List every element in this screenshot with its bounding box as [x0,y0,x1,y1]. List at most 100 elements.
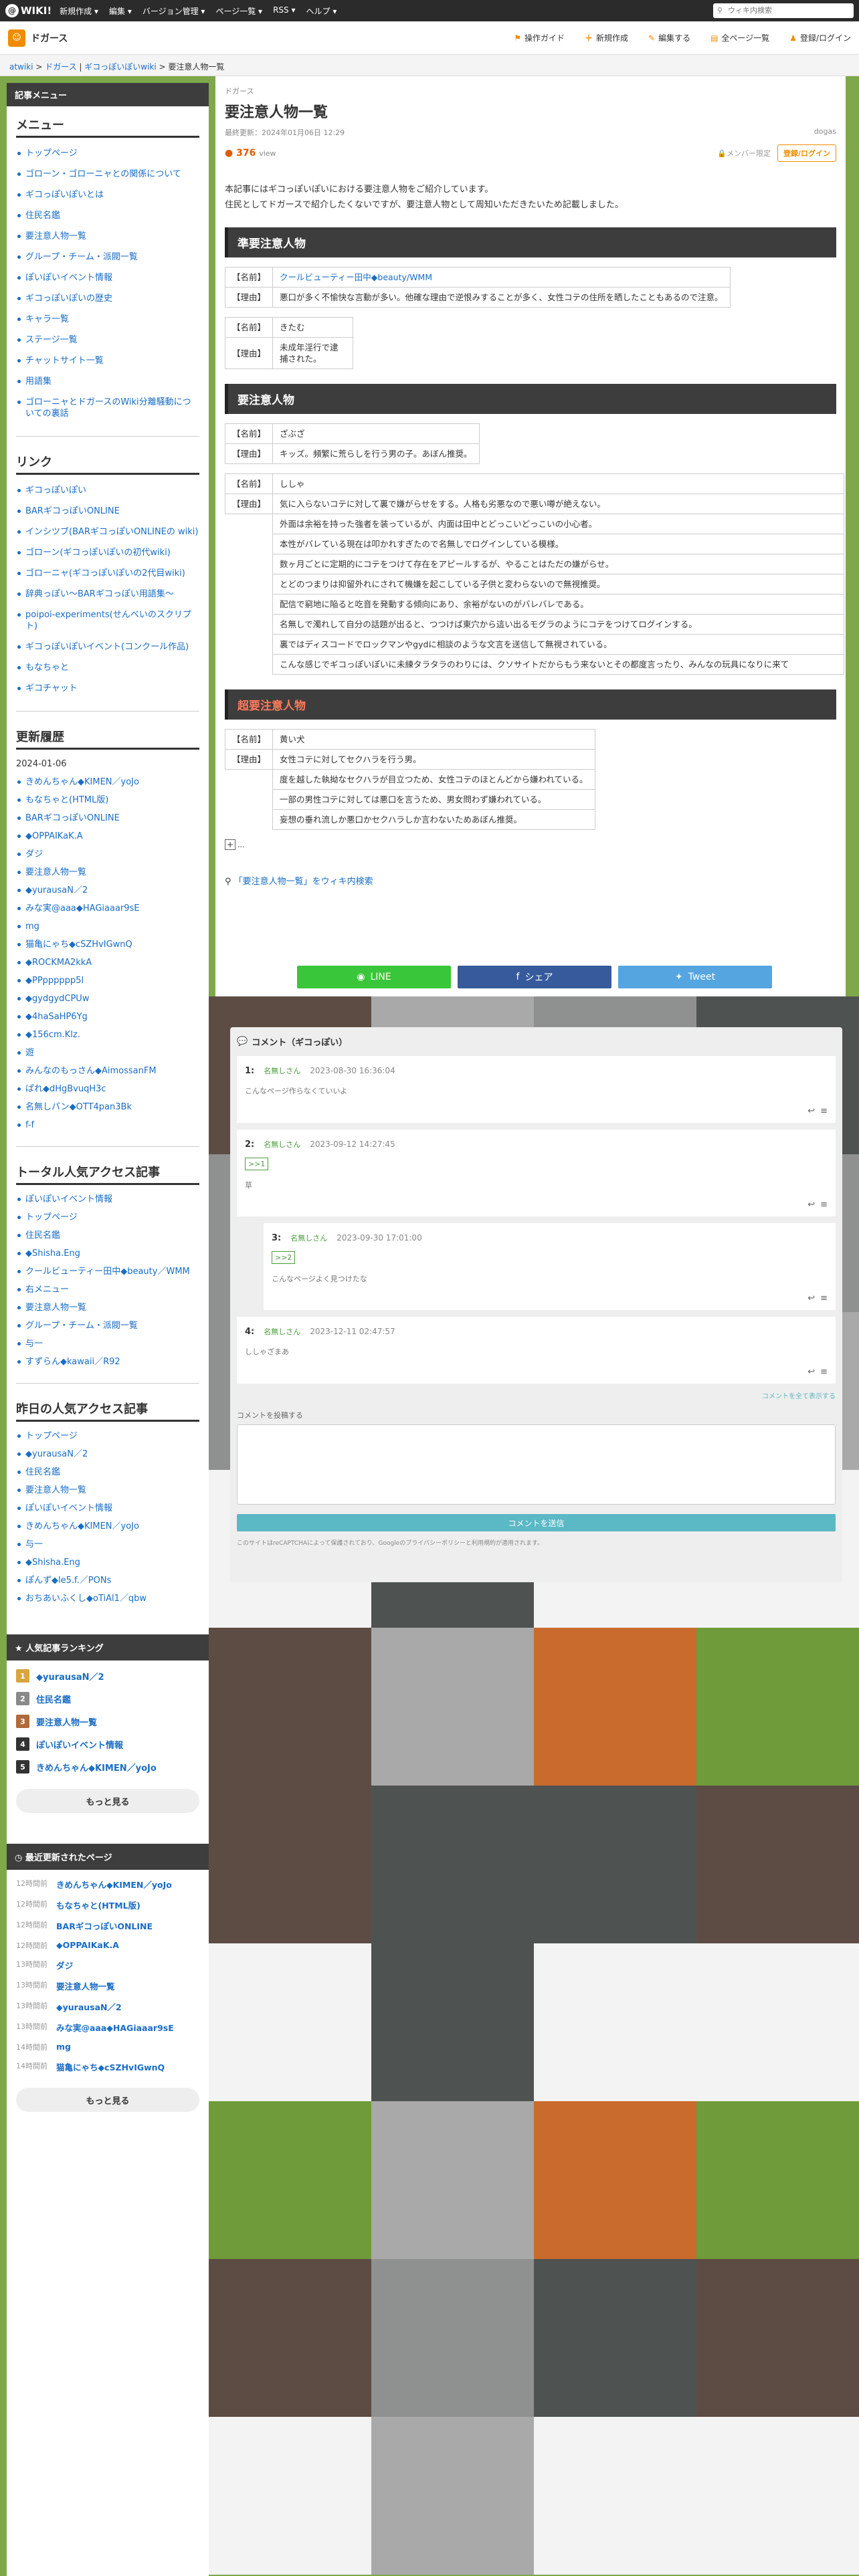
comment-reply: 3: 名無しさん 2023-09-30 17:01:00 >>2 こんなページよく見… [264,1223,836,1310]
popular-item: クールビューティー田中◆beauty／WMM [16,1263,199,1281]
document-icon: ▤ [710,33,719,43]
menu-edit[interactable]: 編集 ▾ [109,5,132,17]
expand-icon[interactable]: + [225,839,235,850]
yesterday-item: 与一 [16,1535,199,1553]
breadcrumb-site[interactable]: ドガース [45,62,76,72]
recent-more-button[interactable]: もっと見る [16,2088,199,2112]
menu-new[interactable]: 新規作成 ▾ [60,5,98,17]
update-list: きめんちゃん◆KIMEN／yoJo もなちゃと(HTML版) BARギコっぽいO… [7,773,209,1134]
line-share-button[interactable]: ◉ LINE [297,966,451,988]
menu-icon[interactable]: ≡ [820,1293,828,1303]
popular-item: ◆Shisha.Eng [16,1245,199,1263]
person-table: 【名前】 ざぶざ 【理由】 キッズ。頻繁に荒らしを行う男の子。あぼん推奨。 [224,423,480,464]
link-heading: リンク [16,449,199,475]
ranking-more-button[interactable]: もっと見る [16,1789,199,1813]
page-title: 要注意人物一覧 [225,104,328,121]
new-page-button[interactable]: ＋新規作成 [585,32,628,43]
menu-icon[interactable]: ≡ [820,1367,828,1377]
popular-item: 与一 [16,1335,199,1353]
menu-rss[interactable]: RSS ▾ [273,5,295,17]
toolbar-menu: 新規作成 ▾ 編集 ▾ バージョン管理 ▾ ページ一覧 ▾ RSS ▾ ヘルプ … [60,5,337,17]
reply-anchor[interactable]: >>1 [245,1158,269,1170]
comments-title: 💬 コメント（ギコっぽい） [237,1037,348,1048]
edit-button[interactable]: ✎ 編集する [648,32,690,43]
popular-item: トップページ [16,1208,199,1226]
twitter-icon: ✦ [674,972,683,982]
pencil-icon: ✎ [648,33,656,43]
menu-item: 用語集 [16,371,199,392]
article: ドガース 要注意人物一覧 最終更新：2024年01月06日 12:29 doga… [215,76,846,996]
divider [16,1146,199,1147]
link-item: ギコっぽいぽい [16,480,199,501]
show-all-comments-link[interactable]: コメントを全て表示する [237,1390,836,1400]
menu-icon[interactable]: ≡ [820,1106,828,1116]
view-row-right: 🔒メンバー限定 登録/ログイン [717,144,836,162]
person-link[interactable]: クールビューティー田中◆beauty/WMM [280,272,432,282]
site-header: ☺ ドガース ⚑ 操作ガイド ＋新規作成 ✎ 編集する ▤ 全ページ一覧 ♟ 登録/ログ… [0,21,859,55]
menu-version[interactable]: バージョン管理 ▾ [142,5,205,17]
recent-item: 13時間前 みな実@aaa◆HAGiaaar9sE [16,2022,174,2033]
recent-item: 12時間前 ◆OPPAIKaK.A [16,1940,119,1950]
recent-heading: ◷ 最近更新されたページ [7,1844,209,1870]
ranking-item: 1 ◆yurausaN／2 [16,1665,199,1687]
twitter-share-button[interactable]: ✦ Tweet [618,966,772,988]
person-table: 【名前】 クールビューティー田中◆beauty/WMM 【理由】 悪口が多く不愉快な… [224,267,731,308]
reply-icon[interactable]: ↩ [807,1200,815,1210]
reply-icon[interactable]: ↩ [807,1367,815,1377]
update-item: みんなのもっさん◆AimossanFM [16,1062,199,1080]
update-item: 名無しパン◆OTT4pan3Bk [16,1098,199,1116]
fire-icon: ● [225,148,233,158]
update-item: ◆gydgydCPUw [16,990,199,1008]
link-item: ギコチャット [16,678,199,699]
comments-panel: 💬 コメント（ギコっぽい） 1: 名無しさん 2023-08-30 16:36:04 … [230,1027,842,1582]
reply-icon[interactable]: ↩ [807,1293,815,1303]
person-table: 【名前】 黄い犬 【理由】 女性コテに対してセクハラを行う男。 度を越した執拗なセク… [224,729,595,830]
comment: 4: 名無しさん 2023-12-11 02:47:57 ししゃざまあ ↩ ≡ [237,1317,836,1384]
submit-comment-button[interactable]: コメントを送信 [237,1514,836,1531]
comment-textarea[interactable] [237,1424,836,1505]
update-item: みな実@aaa◆HAGiaaar9sE [16,899,199,918]
line-icon: ◉ [357,972,365,982]
link-list: ギコっぽいぽい BARギコっぽいONLINE インシツブ(BARギコっぽいONL… [7,480,209,699]
site-logo-icon[interactable]: ☺ [8,29,25,47]
update-item: もなちゃと(HTML版) [16,791,199,809]
ranking-item: 3 要注意人物一覧 [16,1710,199,1733]
register-login-button[interactable]: 登録/ログイン [777,144,836,162]
section-heading: 準要注意人物 [225,227,836,257]
link-item: poipoi-experiments(せんべいのスクリプト) [16,605,199,637]
wiki-search-link[interactable]: ⚲ 「要注意人物一覧」をウィキ内検索 [225,874,836,887]
yesterday-item: ぽんず◆le5.f.／PONs [16,1572,199,1590]
member-only-label: 🔒メンバー限定 [717,149,771,158]
reply-anchor[interactable]: >>2 [272,1251,296,1264]
menu-pages[interactable]: ページ一覧 ▾ [215,5,262,17]
menu-help[interactable]: ヘルプ ▾ [306,5,337,17]
reply-icon[interactable]: ↩ [807,1106,815,1116]
menu-item: ギコっぽいぽいとは [16,185,199,205]
intro-text: 本記事にはギコっぽいぽいにおける要注意人物をご紹介しています。 住民としてドガー… [225,185,624,210]
menu-item: ギコっぽいぽいの歴史 [16,288,199,309]
breadcrumb-wiki[interactable]: ギコっぽいぽいwiki [84,62,156,72]
yesterday-list: トップページ ◆yurausaN／2 住民名鑑 要注意人物一覧 ぽいぽいイベント… [7,1427,209,1608]
link-item: ゴローニャ(ギコっぽいぽいの2代目wiki) [16,563,199,584]
update-item: 要注意人物一覧 [16,863,199,881]
menu-item: 住民名鑑 [16,205,199,226]
popular-list: ぽいぽいイベント情報 トップページ 住民名鑑 ◆Shisha.Eng クールビュ… [7,1190,209,1371]
all-pages-button[interactable]: ▤ 全ページ一覧 [710,32,769,43]
yesterday-item: おちあいふくし◆oTiAl1／qbw [16,1590,199,1608]
site-name[interactable]: ドガース [31,31,68,45]
login-button[interactable]: ♟ 登録/ログイン [789,32,851,43]
ranking-item: 4 ぽいぽいイベント情報 [16,1733,199,1755]
facebook-share-button[interactable]: f シェア [458,966,611,988]
search-input[interactable] [713,3,854,18]
menu-icon[interactable]: ≡ [820,1200,828,1210]
star-icon: ★ [15,1644,26,1654]
update-item: ◆ROCKMA2kkA [16,954,199,972]
users-icon: ♟ [789,33,797,43]
breadcrumb-atwiki[interactable]: atwiki [9,62,33,72]
update-item: 遊 [16,1044,199,1062]
menu-item: ゴローン・ゴローニャとの関係について [16,164,199,185]
divider [16,1383,199,1384]
site-actions: ⚑ 操作ガイド ＋新規作成 ✎ 編集する ▤ 全ページ一覧 ♟ 登録/ログイン [514,32,851,43]
guide-button[interactable]: ⚑ 操作ガイド [514,32,565,43]
atwiki-logo[interactable]: @ WIKI! [5,4,52,17]
